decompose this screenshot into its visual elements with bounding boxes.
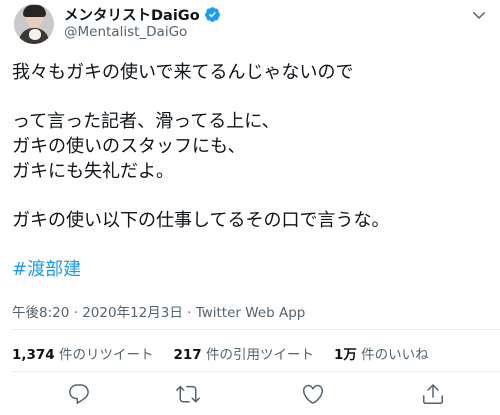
heart-icon[interactable]	[301, 382, 325, 406]
hashtag-link[interactable]: #渡部建	[12, 257, 490, 282]
likes-label: 件のいいね	[356, 347, 429, 363]
tweet-date[interactable]: 2020年12月3日	[82, 305, 183, 321]
tweet-meta: 午後8:20 · 2020年12月3日 · Twitter Web App	[12, 301, 305, 321]
reply-icon[interactable]	[67, 382, 91, 406]
tweet-text: 我々もガキの使いで来てるんじゃないので って言った記者、滑ってる上に、 ガキの使…	[12, 60, 490, 282]
tweet-stats: 1,374 件のリツイート 217 件の引用ツイート 1万 件のいいね	[12, 343, 449, 363]
tweet-actions	[0, 380, 500, 408]
verified-badge-icon	[204, 6, 220, 22]
avatar[interactable]	[14, 4, 54, 44]
quotes-count: 217	[173, 347, 202, 363]
author-name-row[interactable]: メンタリストDaiGo	[64, 4, 221, 25]
quotes-label: 件の引用ツイート	[201, 347, 314, 363]
retweet-icon[interactable]	[176, 382, 200, 406]
likes-count: 1万	[333, 347, 357, 363]
tweet-line: ガキにも失礼だよ。	[12, 161, 174, 182]
likes-stat[interactable]: 1万 件のいいね	[334, 343, 429, 363]
quotes-stat[interactable]: 217 件の引用ツイート	[174, 343, 314, 363]
tweet-line: ガキの使いのスタッフにも、	[12, 136, 246, 157]
tweet-line: 我々もガキの使いで来てるんじゃないので	[12, 62, 354, 83]
tweet-source[interactable]: Twitter Web App	[196, 305, 306, 321]
author-handle[interactable]: @Mentalist_DaiGo	[64, 24, 187, 40]
retweets-stat[interactable]: 1,374 件のリツイート	[12, 343, 154, 363]
retweets-count: 1,374	[12, 347, 55, 363]
divider	[12, 329, 500, 330]
author-display-name[interactable]: メンタリストDaiGo	[64, 4, 200, 25]
meta-separator: ·	[69, 305, 83, 321]
tweet-line: って言った記者、滑ってる上に、	[12, 111, 280, 132]
share-icon[interactable]	[421, 382, 445, 406]
divider	[12, 371, 500, 372]
avatar-hair	[23, 5, 46, 17]
chevron-down-icon[interactable]	[470, 6, 488, 24]
tweet-line: ガキの使い以下の仕事してるその口で言うな。	[12, 210, 390, 231]
avatar-pet	[29, 29, 41, 40]
retweets-label: 件のリツイート	[54, 347, 154, 363]
tweet-time[interactable]: 午後8:20	[12, 305, 69, 321]
meta-separator: ·	[182, 305, 196, 321]
